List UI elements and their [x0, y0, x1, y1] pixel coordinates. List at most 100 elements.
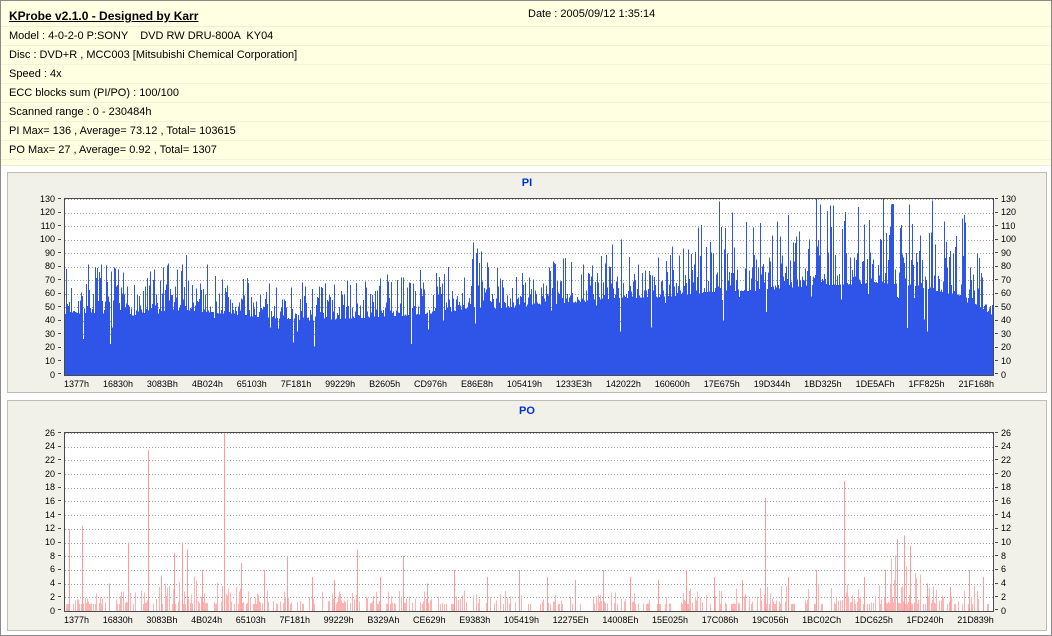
pi-y-axis-right: 0 10 20 30 40 50 60 70 80 90 100 110 120 130	[994, 193, 1046, 379]
y-axis-tick	[995, 555, 998, 556]
x-axis-label: 4B024h	[191, 615, 223, 625]
y-axis-label: 10	[1001, 537, 1012, 548]
y-axis-label: 80	[44, 261, 55, 272]
y-axis-label: 14	[1001, 509, 1012, 520]
y-axis-tick	[995, 306, 998, 307]
title-row: KProbe v2.1.0 - Designed by Karr Date : …	[1, 1, 1051, 27]
y-axis-tick	[995, 333, 998, 334]
x-axis-label: 99229h	[323, 615, 354, 625]
y-axis-label: 8	[1001, 550, 1007, 561]
po-y-axis-right: 0 2 4 6 8 10 12 14 16 18 20 22 24 26	[994, 427, 1046, 615]
y-axis-tick	[58, 252, 61, 253]
y-axis-tick	[58, 306, 61, 307]
x-axis-label: 19D344h	[753, 379, 791, 389]
x-axis-label: 1DC625h	[854, 615, 893, 625]
y-axis-label: 20	[44, 342, 55, 353]
x-axis-label: 1DE5AFh	[855, 379, 895, 389]
y-axis-tick	[58, 293, 61, 294]
x-axis-label: 12275Eh	[552, 615, 589, 625]
y-axis-tick	[995, 500, 998, 501]
x-axis-label: CD976h	[414, 379, 448, 389]
kprobe-window: KProbe v2.1.0 - Designed by Karr Date : …	[0, 0, 1052, 636]
y-axis-label: 4	[1001, 578, 1007, 589]
y-axis-label: 120	[1001, 207, 1017, 218]
x-axis-label: 3083Bh	[146, 379, 178, 389]
y-axis-label: 12	[1001, 523, 1012, 534]
y-axis-tick	[995, 542, 998, 543]
app-title: KProbe v2.1.0 - Designed by Karr	[9, 9, 199, 23]
y-axis-tick	[58, 609, 61, 610]
y-axis-tick	[58, 514, 61, 515]
y-axis-tick	[58, 487, 61, 488]
y-axis-label: 90	[44, 247, 55, 258]
y-axis-tick	[995, 596, 998, 597]
y-axis-label: 26	[44, 427, 55, 438]
y-axis-label: 6	[1001, 564, 1007, 575]
x-axis-label: 21F168h	[958, 379, 994, 389]
y-axis-label: 22	[44, 454, 55, 465]
y-axis-tick	[995, 569, 998, 570]
y-axis-label: 60	[1001, 288, 1012, 299]
y-axis-label: 2	[49, 591, 55, 602]
y-axis-tick	[995, 459, 998, 460]
y-axis-label: 4	[49, 578, 55, 589]
x-axis-label: 1FF825h	[908, 379, 945, 389]
y-axis-tick	[58, 373, 61, 374]
y-axis-tick	[995, 225, 998, 226]
y-axis-tick	[995, 212, 998, 213]
y-axis-label: 10	[1001, 355, 1012, 366]
y-axis-label: 0	[49, 605, 55, 616]
x-axis-label: 1377h	[64, 615, 90, 625]
x-axis-label: 142022h	[605, 379, 641, 389]
y-axis-tick	[995, 320, 998, 321]
pi-plot-area	[64, 198, 994, 376]
po-chart-title: PO	[519, 405, 535, 417]
y-axis-label: 70	[44, 274, 55, 285]
x-axis-label: 65103h	[236, 379, 267, 389]
info-ecc-blocks: ECC blocks sum (PI/PO) : 100/100	[1, 84, 1051, 103]
y-axis-tick	[58, 528, 61, 529]
po-plot-area	[64, 432, 994, 612]
pi-chart-title: PI	[521, 177, 533, 189]
x-axis-label: 7F181h	[280, 379, 312, 389]
y-axis-tick	[58, 266, 61, 267]
x-axis-label: 1FD240h	[906, 615, 944, 625]
y-axis-tick	[995, 360, 998, 361]
y-axis-tick	[58, 239, 61, 240]
y-axis-label: 70	[1001, 274, 1012, 285]
y-axis-tick	[58, 432, 61, 433]
y-axis-label: 100	[39, 234, 55, 245]
y-axis-label: 50	[44, 301, 55, 312]
y-axis-tick	[58, 279, 61, 280]
y-axis-label: 40	[44, 315, 55, 326]
y-axis-label: 26	[1001, 427, 1012, 438]
y-axis-label: 130	[1001, 193, 1017, 204]
x-axis-label: 16830h	[102, 615, 133, 625]
y-axis-tick	[58, 542, 61, 543]
y-axis-tick	[58, 360, 61, 361]
pi-y-axis-left: 0 10 20 30 40 50 60 70 80 90 100 110 120 130	[10, 194, 62, 379]
y-axis-tick	[58, 569, 61, 570]
x-axis-label: 17C086h	[701, 615, 739, 625]
y-axis-tick	[995, 252, 998, 253]
y-axis-label: 16	[44, 495, 55, 506]
x-axis-label: 160600h	[654, 379, 690, 389]
y-axis-label: 16	[1001, 495, 1012, 506]
x-axis-label: CE629h	[413, 615, 446, 625]
x-axis-label: 3083Bh	[146, 615, 178, 625]
y-axis-tick	[995, 609, 998, 610]
y-axis-label: 18	[1001, 482, 1012, 493]
pi-chart: PI 0 10 20 30 40 50 60 70 80 90 100 110 120 130 0 10 20…	[7, 172, 1047, 393]
y-axis-tick	[58, 596, 61, 597]
y-axis-label: 2	[1001, 591, 1007, 602]
x-axis-label: 17E675h	[703, 379, 740, 389]
po-chart: PO 0 2 4 6 8 10 12 14 16 18 20 22 24 26 0 2 4 6 8 10 12 14 16…	[7, 400, 1047, 631]
y-axis-tick	[995, 583, 998, 584]
y-axis-tick	[58, 333, 61, 334]
y-axis-label: 24	[1001, 441, 1012, 452]
x-axis-label: 105419h	[506, 379, 542, 389]
y-axis-label: 0	[1001, 605, 1007, 616]
y-axis-label: 14	[44, 509, 55, 520]
y-axis-tick	[58, 347, 61, 348]
po-y-axis-left: 0 2 4 6 8 10 12 14 16 18 20 22 24 26	[10, 427, 62, 615]
